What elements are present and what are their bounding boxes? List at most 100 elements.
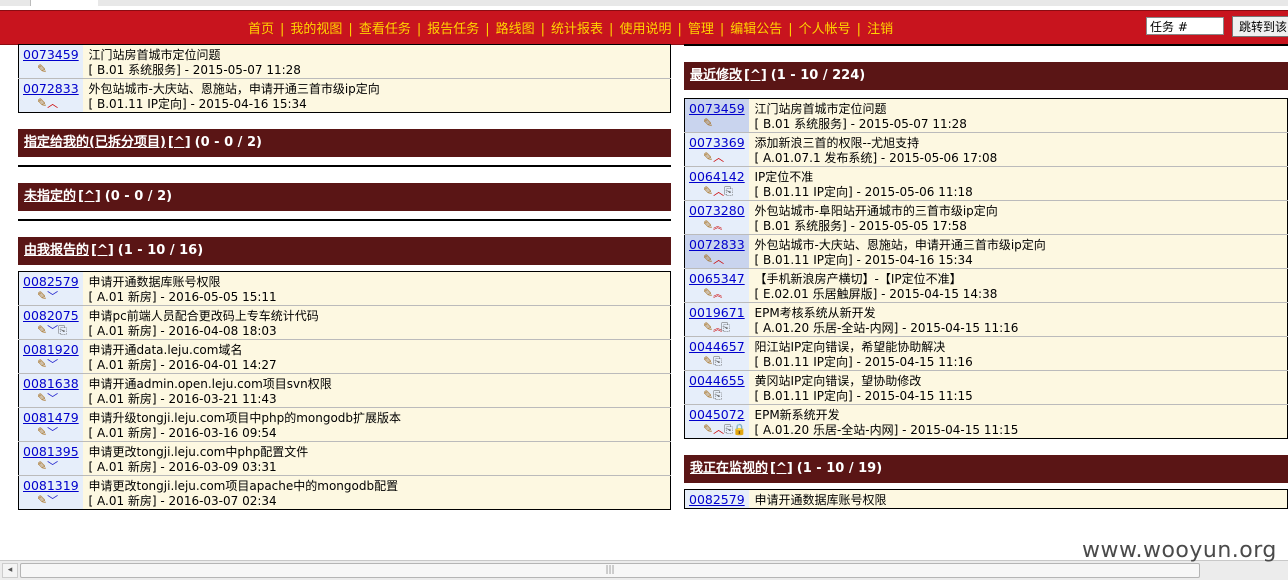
issue-id-link[interactable]: 0073369 — [689, 135, 749, 150]
table-row: 0081920 ✎﹀ 申请开通data.leju.com域名[ A.01 新房] -… — [18, 339, 671, 374]
pencil-edit-icon[interactable]: ✎ — [37, 391, 47, 406]
pencil-edit-icon[interactable]: ✎ — [703, 388, 713, 403]
section-caret-link[interactable]: [^] — [744, 68, 767, 83]
pencil-edit-icon[interactable]: ✎ — [703, 116, 713, 131]
horizontal-scrollbar[interactable]: ◂ ||| — [0, 560, 1288, 580]
nav-edit-news[interactable]: 编辑公告 — [730, 22, 782, 37]
issue-title: 阳江站IP定向错误，希望能协助解决 — [754, 340, 946, 354]
pencil-edit-icon[interactable]: ✎ — [703, 252, 713, 267]
pencil-edit-icon[interactable]: ✎ — [703, 184, 713, 199]
scroll-thumb[interactable]: ||| — [20, 563, 1200, 578]
bracket: [ — [754, 185, 763, 199]
issue-category: B.01 系统服务 — [97, 63, 177, 77]
pencil-edit-icon[interactable]: ✎ — [37, 96, 47, 111]
issue-timestamp: 2015-04-15 11:15 — [910, 423, 1019, 437]
issue-summary-cell: 添加新浪三首的权限--尤旭支持[ A.01.07.1 发布系统] - 2015-… — [748, 132, 1288, 167]
section-title-link[interactable]: 未指定的 — [24, 189, 76, 204]
issue-id-link[interactable]: 0081395 — [23, 444, 83, 459]
section-range: (0 - 0 / 2) — [194, 135, 262, 150]
pencil-edit-icon[interactable]: ✎ — [37, 62, 47, 77]
pencil-edit-icon[interactable]: ✎ — [37, 289, 47, 304]
issue-meta: [ E.02.01 乐居触屏版] - 2015-04-15 14:38 — [755, 287, 1288, 302]
issue-category: B.01 系统服务 — [763, 219, 843, 233]
section-title-link[interactable]: 最近修改 — [690, 68, 742, 83]
issue-id-link[interactable]: 0073280 — [689, 203, 749, 218]
section-caret-link[interactable]: [^] — [168, 135, 191, 150]
bracket: ] - — [872, 151, 890, 165]
issue-id-link[interactable]: 0081319 — [23, 478, 83, 493]
nav-links: 首页 | 我的视图 | 查看任务 | 报告任务 | 路线图 | 统计报表 | 使用说明 | 管理 | 编辑公告 |… — [248, 18, 893, 37]
nav-docs[interactable]: 使用说明 — [619, 22, 671, 37]
nav-manage[interactable]: 管理 — [688, 22, 714, 37]
issue-id-cell: 0073459 ✎ — [18, 44, 83, 79]
issue-id-link[interactable]: 0082075 — [23, 308, 83, 323]
issue-id-link[interactable]: 0044655 — [689, 373, 749, 388]
issue-id-link[interactable]: 0019671 — [689, 305, 749, 320]
pencil-edit-icon[interactable]: ✎ — [703, 422, 713, 437]
issue-status-icons: ✎⎘ — [689, 354, 749, 369]
issue-status-icons: ✎︽ — [689, 286, 749, 301]
bracket: ] - — [151, 290, 169, 304]
main-nav-bar: 首页 | 我的视图 | 查看任务 | 报告任务 | 路线图 | 统计报表 | 使用说明 | 管理 | 编辑公告 |… — [0, 10, 1288, 45]
nav-my-account[interactable]: 个人帐号 — [799, 22, 851, 37]
issue-id-cell: 0045072 ✎︿⎘🔒 — [684, 404, 749, 439]
pencil-edit-icon[interactable]: ✎ — [703, 320, 713, 335]
issue-id-cell: 0072833 ✎︿ — [18, 78, 83, 113]
nav-report-issue[interactable]: 报告任务 — [427, 22, 479, 37]
issue-id-link[interactable]: 0073459 — [23, 47, 83, 62]
pencil-edit-icon[interactable]: ✎ — [37, 425, 47, 440]
pencil-edit-icon[interactable]: ✎ — [37, 323, 47, 338]
issue-title: EPM新系统开发 — [754, 408, 840, 422]
issue-title: 申请pc前端人员配合更改码上专车统计代码 — [88, 309, 319, 323]
issue-id-link[interactable]: 0072833 — [689, 237, 749, 252]
section-title-link[interactable]: 指定给我的(已拆分项目) — [24, 135, 166, 150]
section-caret-link[interactable]: [^] — [78, 189, 101, 204]
issue-timestamp: 2015-04-16 15:34 — [198, 97, 307, 111]
nav-separator: | — [540, 22, 546, 37]
section-title-link[interactable]: 我正在监视的 — [690, 461, 768, 476]
issue-id-link[interactable]: 0082579 — [689, 492, 749, 507]
pencil-edit-icon[interactable]: ✎ — [703, 218, 713, 233]
issue-meta: [ A.01 新房] - 2016-04-01 14:27 — [89, 358, 671, 373]
issue-id-link[interactable]: 0073459 — [689, 101, 749, 116]
nav-separator: | — [485, 22, 490, 37]
issue-id-link[interactable]: 0081638 — [23, 376, 83, 391]
section-caret-link[interactable]: [^] — [91, 243, 114, 258]
issue-category: A.01 新房 — [97, 324, 152, 338]
issue-meta: [ B.01.11 IP定向] - 2015-04-15 11:15 — [755, 389, 1288, 404]
pencil-edit-icon[interactable]: ✎ — [703, 354, 713, 369]
pencil-edit-icon[interactable]: ✎ — [37, 459, 47, 474]
issue-id-link[interactable]: 0072833 — [23, 81, 83, 96]
table-row: 0073459 ✎ 江门站房首城市定位问题[ B.01 系统服务] - 2015-0… — [18, 44, 671, 79]
issue-title: EPM考核系统从新开发 — [754, 306, 876, 320]
issue-id-link[interactable]: 0045072 — [689, 407, 749, 422]
pencil-edit-icon[interactable]: ✎ — [703, 150, 713, 165]
issue-id-link[interactable]: 0044657 — [689, 339, 749, 354]
jump-button[interactable]: 跳转到该 — [1232, 16, 1288, 37]
section-title-link[interactable]: 由我报告的 — [24, 243, 89, 258]
issue-id-link[interactable]: 0081920 — [23, 342, 83, 357]
pencil-edit-icon[interactable]: ✎ — [37, 493, 47, 508]
issue-number-input[interactable] — [1146, 17, 1224, 35]
nav-home[interactable]: 首页 — [248, 22, 274, 37]
attachment-icon: ⎘ — [713, 389, 722, 402]
section-caret-link[interactable]: [^] — [770, 461, 793, 476]
nav-roadmap[interactable]: 路线图 — [496, 22, 535, 37]
bracket: [ — [88, 358, 97, 372]
nav-my-view[interactable]: 我的视图 — [290, 22, 342, 37]
nav-view-issues[interactable]: 查看任务 — [359, 22, 411, 37]
issue-id-cell: 0082579 ✎﹀ — [18, 271, 83, 306]
pencil-edit-icon[interactable]: ✎ — [703, 286, 713, 301]
issue-id-link[interactable]: 0082579 — [23, 274, 83, 289]
nav-summary[interactable]: 统计报表 — [551, 22, 603, 37]
bracket: [ — [88, 392, 97, 406]
priority-low-icon: ﹀ — [47, 392, 59, 405]
issue-id-link[interactable]: 0065347 — [689, 271, 749, 286]
scroll-left-arrow-icon[interactable]: ◂ — [2, 563, 18, 578]
issue-summary-cell: 申请pc前端人员配合更改码上专车统计代码[ A.01 新房] - 2016-04… — [82, 305, 671, 340]
issue-title: 外包站城市-大庆站、恩施站，申请开通三首市级ip定向 — [88, 82, 380, 96]
pencil-edit-icon[interactable]: ✎ — [37, 357, 47, 372]
issue-id-link[interactable]: 0081479 — [23, 410, 83, 425]
issue-id-link[interactable]: 0064142 — [689, 169, 749, 184]
nav-logout[interactable]: 注销 — [867, 22, 893, 37]
